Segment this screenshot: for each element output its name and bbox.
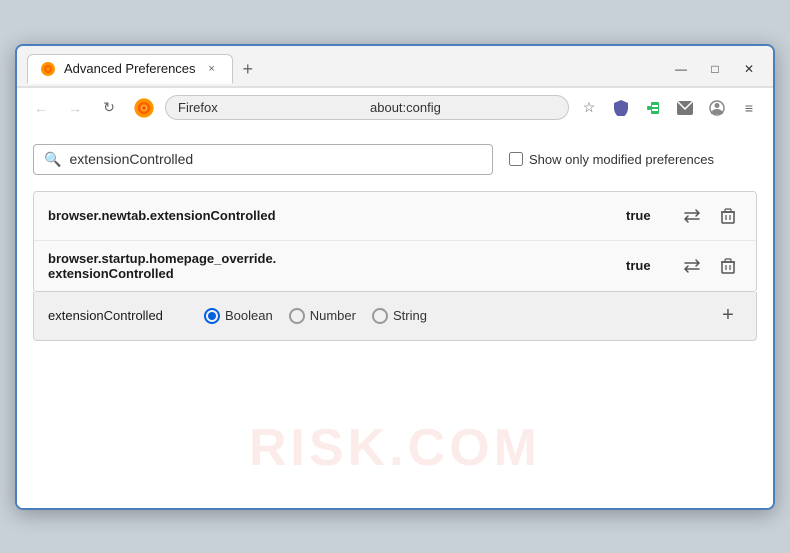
boolean-option[interactable]: Boolean (204, 308, 273, 324)
show-modified-checkbox-label[interactable]: Show only modified preferences (509, 152, 714, 167)
add-preference-row: extensionControlled Boolean Number (33, 292, 757, 341)
pref-name-2: browser.startup.homepage_override. exten… (48, 251, 614, 281)
address-bar[interactable]: Firefox about:config (165, 95, 569, 120)
delete-icon (721, 258, 735, 274)
boolean-radio-circle[interactable] (204, 308, 220, 324)
shield-icon[interactable] (607, 94, 635, 122)
type-radio-group: Boolean Number String (204, 308, 698, 324)
tab-title: Advanced Preferences (64, 61, 196, 76)
table-row: browser.startup.homepage_override. exten… (34, 241, 756, 291)
minimize-button[interactable]: — (667, 58, 695, 80)
back-button[interactable]: ← (27, 94, 55, 122)
add-preference-button[interactable]: + (714, 302, 742, 330)
close-button[interactable]: ✕ (735, 58, 763, 80)
delete-button-2[interactable] (714, 252, 742, 280)
title-bar: Advanced Preferences × + — □ ✕ (17, 46, 773, 86)
browser-name: Firefox (178, 100, 364, 115)
mail-icon[interactable] (671, 94, 699, 122)
active-tab[interactable]: Advanced Preferences × (27, 54, 233, 84)
show-modified-checkbox[interactable] (509, 152, 523, 166)
search-row: 🔍 Show only modified preferences (33, 144, 757, 175)
new-tab-button[interactable]: + (235, 55, 262, 84)
extension-icon[interactable] (639, 94, 667, 122)
pref-actions-2 (678, 252, 742, 280)
search-icon: 🔍 (44, 151, 61, 168)
delete-button-1[interactable] (714, 202, 742, 230)
window-controls: — □ ✕ (667, 58, 763, 80)
string-radio-circle[interactable] (372, 308, 388, 324)
maximize-button[interactable]: □ (701, 58, 729, 80)
tab-close-button[interactable]: × (204, 61, 220, 77)
menu-icon[interactable]: ≡ (735, 94, 763, 122)
table-row: browser.newtab.extensionControlled true (34, 192, 756, 241)
forward-button[interactable]: → (61, 94, 89, 122)
swap-button-1[interactable] (678, 202, 706, 230)
tab-strip: Advanced Preferences × + (27, 54, 663, 84)
search-box[interactable]: 🔍 (33, 144, 493, 175)
new-pref-name: extensionControlled (48, 308, 188, 323)
address-text: about:config (370, 100, 556, 115)
swap-button-2[interactable] (678, 252, 706, 280)
toolbar-icons: ☆ ≡ (575, 94, 763, 122)
boolean-radio-inner (208, 312, 216, 320)
pref-actions-1 (678, 202, 742, 230)
swap-icon (683, 208, 701, 224)
pref-value-2: true (626, 258, 666, 273)
firefox-logo-icon (133, 97, 155, 119)
watermark: RISK.COM (249, 418, 541, 478)
show-modified-label: Show only modified preferences (529, 152, 714, 167)
number-label: Number (310, 308, 356, 323)
account-icon[interactable] (703, 94, 731, 122)
pref-name-1: browser.newtab.extensionControlled (48, 208, 614, 223)
firefox-favicon (40, 61, 56, 77)
string-option[interactable]: String (372, 308, 427, 324)
pref-value-1: true (626, 208, 666, 223)
number-radio-circle[interactable] (289, 308, 305, 324)
content-area: 🔍 Show only modified preferences browser… (17, 128, 773, 508)
browser-window: Advanced Preferences × + — □ ✕ ← → ↻ Fir… (15, 44, 775, 510)
delete-icon (721, 208, 735, 224)
nav-bar: ← → ↻ Firefox about:config ☆ (17, 87, 773, 128)
boolean-label: Boolean (225, 308, 273, 323)
search-input[interactable] (69, 151, 482, 167)
bookmark-icon[interactable]: ☆ (575, 94, 603, 122)
swap-icon (683, 258, 701, 274)
reload-button[interactable]: ↻ (95, 94, 123, 122)
preferences-table: browser.newtab.extensionControlled true (33, 191, 757, 292)
number-option[interactable]: Number (289, 308, 356, 324)
string-label: String (393, 308, 427, 323)
